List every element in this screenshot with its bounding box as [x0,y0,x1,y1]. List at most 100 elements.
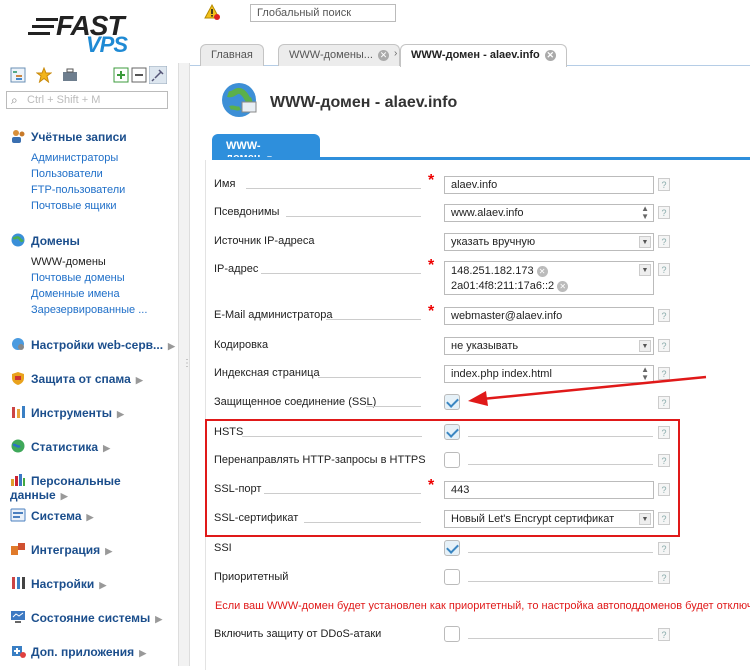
ip-source-select[interactable]: указать вручную ▼ [444,233,654,251]
ssi-checkbox[interactable] [444,540,460,556]
name-input[interactable]: alaev.info [444,176,654,194]
sidebar-section-integration[interactable]: Интеграция ▶ [10,542,112,557]
help-icon[interactable]: ? [658,628,670,641]
label-leader [366,406,421,407]
remove-tag-icon[interactable]: ✕ [536,266,548,277]
chevron-right-icon: ▶ [103,443,110,453]
form-tab-www-domain[interactable]: WWW-домен▼ [212,134,320,164]
sidebar-section-label: Интеграция [31,543,101,557]
admin-email-input[interactable]: webmaster@alaev.info [444,307,654,325]
remove-tag-icon[interactable]: ✕ [557,281,569,292]
pin-icon[interactable] [149,66,167,84]
field-label: Приоритетный [214,571,289,583]
sidebar-section-extra-apps[interactable]: Доп. приложения ▶ [10,644,146,659]
sidebar-item-reserved[interactable]: Зарезервированные ... [31,304,147,316]
aliases-input[interactable]: www.alaev.info ▲ ▼ [444,204,654,222]
priority-checkbox[interactable] [444,569,460,585]
sidebar-section-settings[interactable]: Настройки ▶ [10,576,106,591]
warning-notification-icon[interactable] [204,4,220,20]
field-label: Включить защиту от DDoS-атаки [214,628,382,640]
dropdown-arrow-icon: ▼ [639,236,651,248]
annotation-arrow-icon [468,375,707,406]
sidebar-section-stats[interactable]: Статистика ▶ [10,439,110,454]
label-leader [261,273,421,274]
close-tab-icon[interactable]: ✕ [377,50,389,61]
encoding-value: не указывать [451,340,519,352]
highlight-box [205,419,680,537]
expand-all-icon[interactable] [113,67,129,83]
globe-icon [11,233,25,247]
chevron-right-icon: ▶ [86,512,94,522]
field-label: Имя [214,178,236,190]
settings-icon [12,577,25,589]
help-icon[interactable]: ? [658,206,670,219]
briefcase-icon[interactable] [62,67,78,83]
spin-arrows-icon[interactable]: ▲ ▼ [641,205,649,221]
global-search-input[interactable]: Глобальный поиск [250,4,396,22]
label-leader [286,216,421,217]
sidebar-section-label: Настройки [31,577,95,591]
label-leader [468,581,653,582]
sidebar-item-admins[interactable]: Администраторы [31,152,118,164]
sidebar-item-mail-domains[interactable]: Почтовые домены [31,272,125,284]
field-label: Индексная страница [214,367,320,379]
sidebar-section-tools[interactable]: Инструменты ▶ [10,405,124,420]
label-leader [318,377,421,378]
tab-www-domains[interactable]: WWW-домены... ✕ [278,44,400,66]
sidebar-section-domains[interactable]: Домены [10,233,80,248]
help-icon[interactable]: ? [658,309,670,322]
field-label: E-Mail администратора [214,309,333,321]
encoding-select[interactable]: не указывать ▼ [444,337,654,355]
logo-stripe [32,25,54,28]
sidebar-section-spam[interactable]: Защита от спама ▶ [10,371,143,386]
favorites-star-icon[interactable] [36,67,52,83]
sidebar-item-domain-names[interactable]: Доменные имена [31,288,120,300]
sidebar-section-accounts[interactable]: Учётные записи [10,129,127,144]
help-icon[interactable]: ? [658,542,670,555]
search-icon: ⌕ [11,93,18,107]
field-label: Кодировка [214,339,269,351]
sidebar-section-personal-data[interactable]: Персональные данные ▶ [10,473,178,502]
chevron-right-icon: ▶ [168,341,175,351]
help-icon[interactable]: ? [658,263,670,276]
sidebar-section-web-settings[interactable]: Настройки web-серв... ▶ [10,337,175,352]
puzzle-icon [11,543,25,555]
ddos-checkbox[interactable] [444,626,460,642]
ip-multiselect[interactable]: 148.251.182.173 ✕ 2a01:4f8:211:17a6::2 ✕ ▼ [444,261,654,295]
label-leader [326,319,421,320]
sidebar-item-mailboxes[interactable]: Почтовые ящики [31,200,117,212]
label-leader [468,552,653,553]
dropdown-arrow-icon: ▼ [639,264,651,276]
ip-tag: 2a01:4f8:211:17a6::2 ✕ [451,279,569,294]
ip-tag: 148.251.182.173 ✕ [451,264,548,279]
users-icon [12,130,25,143]
ssl-checkbox[interactable] [444,394,460,410]
field-label: SSI [214,542,232,554]
menu-search-input[interactable]: ⌕ Ctrl + Shift + M [6,91,168,109]
sidebar-section-system[interactable]: Система ▶ [10,508,93,523]
close-tab-icon[interactable]: ✕ [544,50,556,61]
sidebar-section-label: Домены [31,234,80,248]
collapse-all-icon[interactable] [131,67,147,83]
tab-home[interactable]: Главная [200,44,264,66]
plus-app-icon [12,646,26,658]
tree-view-icon[interactable] [10,67,26,83]
sidebar-item-users[interactable]: Пользователи [31,168,103,180]
sidebar-section-system-state[interactable]: Состояние системы ▶ [10,610,162,625]
required-asterisk: * [428,172,435,189]
help-icon[interactable]: ? [658,178,670,191]
menu-search-placeholder: Ctrl + Shift + M [27,94,101,106]
sidebar-section-label: Состояние системы [31,611,151,625]
dropdown-arrow-icon: ▼ [639,340,651,352]
help-icon[interactable]: ? [658,235,670,248]
help-icon[interactable]: ? [658,339,670,352]
sidebar-item-www-domains[interactable]: WWW-домены [31,256,106,268]
help-icon[interactable]: ? [658,571,670,584]
tab-www-domain-edit[interactable]: WWW-домен - alaev.info ✕ [400,44,567,67]
label-leader [246,188,421,189]
sidebar-section-label: Настройки web-серв... [31,338,164,352]
tab-label: Главная [211,49,253,61]
panel-splitter[interactable]: ⋮ [178,63,192,666]
www-domain-globe-icon [222,83,257,117]
sidebar-item-ftp-users[interactable]: FTP-пользователи [31,184,125,196]
